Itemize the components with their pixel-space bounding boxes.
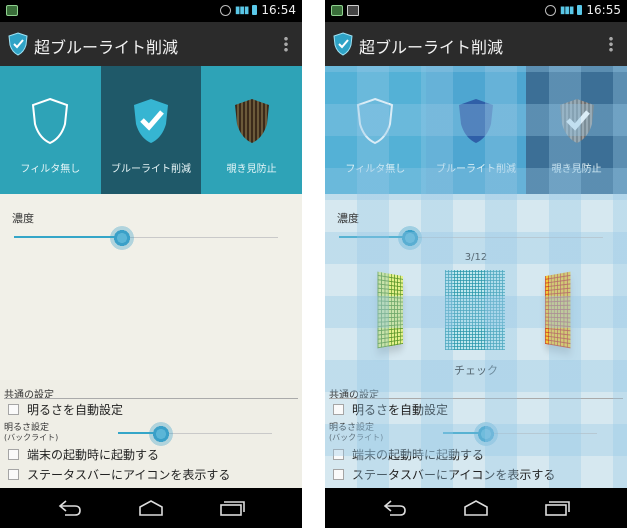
checkbox[interactable]: [333, 469, 344, 480]
shield-check-striped-icon: [559, 99, 594, 143]
battery-icon: [577, 5, 583, 15]
slider-thumb[interactable]: [398, 226, 423, 250]
pattern-preview-current[interactable]: [445, 270, 505, 350]
phone-screen-right: ▮▮▮ 16:55 超ブルーライト削減 フィルタ無し ブルーライト削減 覗き見防…: [325, 0, 627, 528]
shield-outline-icon: [32, 97, 69, 145]
checkbox[interactable]: [8, 469, 19, 480]
action-bar: 超ブルーライト削減: [0, 22, 302, 66]
shield-check-icon: [134, 99, 168, 143]
checkbox-label: 端末の起動時に起動する: [27, 448, 160, 462]
statusbar-icon-checkbox[interactable]: ステータスバーにアイコンを表示する: [333, 466, 555, 483]
home-icon: [464, 500, 488, 516]
signal-icon: ▮▮▮: [559, 4, 574, 16]
slider-thumb[interactable]: [474, 422, 499, 446]
divider: [4, 398, 298, 399]
auto-brightness-checkbox[interactable]: 明るさを自動設定: [8, 401, 123, 418]
mode-label: ブルーライト削減: [436, 164, 516, 175]
checkbox[interactable]: [8, 404, 19, 415]
app-title: 超ブルーライト削減: [34, 38, 179, 57]
phone-screen-left: ▮▮▮ 16:54 超ブルーライト削減 フィルタ無し ブルーライト削減 覗き見防…: [0, 0, 302, 528]
density-panel: 濃度 3/12 チェック: [325, 194, 627, 380]
notification-icon: [6, 5, 18, 16]
common-settings: 共通の設定 明るさを自動設定 明るさ設定 (バックライト) 端末の起動時に起動す…: [0, 380, 302, 488]
recent-apps-button[interactable]: [202, 488, 262, 528]
pattern-name: チェック: [454, 364, 498, 377]
back-icon: [58, 500, 81, 516]
density-slider[interactable]: [339, 226, 603, 250]
checkbox-label: ステータスバーにアイコンを表示する: [352, 468, 556, 482]
mode-label: フィルタ無し: [345, 164, 406, 175]
pattern-preview-next[interactable]: [545, 271, 571, 349]
shield-striped-icon: [234, 99, 269, 143]
auto-brightness-checkbox[interactable]: 明るさを自動設定: [333, 401, 448, 418]
mode-no-filter[interactable]: フィルタ無し: [325, 66, 426, 194]
recent-apps-icon: [545, 501, 570, 516]
signal-icon: ▮▮▮: [234, 4, 249, 16]
common-settings: 共通の設定 明るさを自動設定 明るさ設定 (バックライト) 端末の起動時に起動す…: [325, 380, 627, 488]
status-time: 16:55: [586, 3, 621, 17]
recent-apps-button[interactable]: [527, 488, 587, 528]
app-title: 超ブルーライト削減: [359, 38, 504, 57]
filter-mode-selector: フィルタ無し ブルーライト削減 覗き見防止: [0, 66, 302, 194]
start-on-boot-checkbox[interactable]: 端末の起動時に起動する: [8, 446, 159, 463]
sync-icon: [544, 4, 556, 16]
app-shield-icon: [333, 32, 353, 56]
density-label: 濃度: [12, 212, 34, 225]
statusbar-icon-checkbox[interactable]: ステータスバーにアイコンを表示する: [8, 466, 230, 483]
checkbox-label: ステータスバーにアイコンを表示する: [27, 468, 231, 482]
filter-mode-selector: フィルタ無し ブルーライト削減 覗き見防止: [325, 66, 627, 194]
shield-outline-icon: [357, 97, 394, 145]
checkbox[interactable]: [333, 404, 344, 415]
notification-icon: [331, 5, 343, 16]
image-notification-icon: [347, 5, 359, 16]
mode-no-filter[interactable]: フィルタ無し: [0, 66, 101, 194]
mode-label: 覗き見防止: [226, 164, 277, 175]
overflow-menu-icon[interactable]: [609, 36, 613, 52]
divider: [329, 398, 623, 399]
density-label: 濃度: [337, 212, 359, 225]
checkbox-label: 端末の起動時に起動する: [352, 448, 485, 462]
back-icon: [383, 500, 406, 516]
back-button[interactable]: [40, 488, 100, 528]
checkbox-label: 明るさを自動設定: [27, 403, 124, 417]
density-slider[interactable]: [14, 226, 278, 250]
brightness-slider[interactable]: [443, 422, 597, 446]
mode-blue-light-reduction[interactable]: ブルーライト削減: [100, 66, 202, 194]
app-shield-icon: [8, 32, 28, 56]
checkbox-label: 明るさを自動設定: [352, 403, 449, 417]
action-bar: 超ブルーライト削減: [325, 22, 627, 66]
navigation-bar: [325, 488, 627, 528]
overflow-menu-icon[interactable]: [284, 36, 288, 52]
mode-privacy-filter[interactable]: 覗き見防止: [201, 66, 302, 194]
slider-thumb[interactable]: [110, 226, 135, 250]
home-icon: [139, 500, 163, 516]
brightness-slider[interactable]: [118, 422, 272, 446]
pattern-preview-prev[interactable]: [377, 271, 403, 349]
status-bar: ▮▮▮ 16:54: [0, 0, 302, 22]
mode-blue-light-reduction[interactable]: ブルーライト削減: [425, 66, 527, 194]
mode-label: 覗き見防止: [551, 164, 602, 175]
sync-icon: [219, 4, 231, 16]
navigation-bar: [0, 488, 302, 528]
back-button[interactable]: [365, 488, 425, 528]
mode-label: フィルタ無し: [20, 164, 81, 175]
battery-icon: [252, 5, 258, 15]
recent-apps-icon: [220, 501, 245, 516]
shield-filled-icon: [459, 99, 493, 143]
slider-thumb[interactable]: [149, 422, 174, 446]
home-button[interactable]: [446, 488, 506, 528]
checkbox[interactable]: [333, 449, 344, 460]
mode-label: ブルーライト削減: [111, 164, 191, 175]
pattern-page-indicator: 3/12: [464, 252, 488, 263]
start-on-boot-checkbox[interactable]: 端末の起動時に起動する: [333, 446, 484, 463]
checkbox[interactable]: [8, 449, 19, 460]
brightness-sublabel: (バックライト): [329, 433, 384, 442]
status-time: 16:54: [261, 3, 296, 17]
status-bar: ▮▮▮ 16:55: [325, 0, 627, 22]
mode-privacy-filter[interactable]: 覗き見防止: [526, 66, 627, 194]
brightness-sublabel: (バックライト): [4, 433, 59, 442]
home-button[interactable]: [121, 488, 181, 528]
density-panel: 濃度: [0, 194, 302, 380]
